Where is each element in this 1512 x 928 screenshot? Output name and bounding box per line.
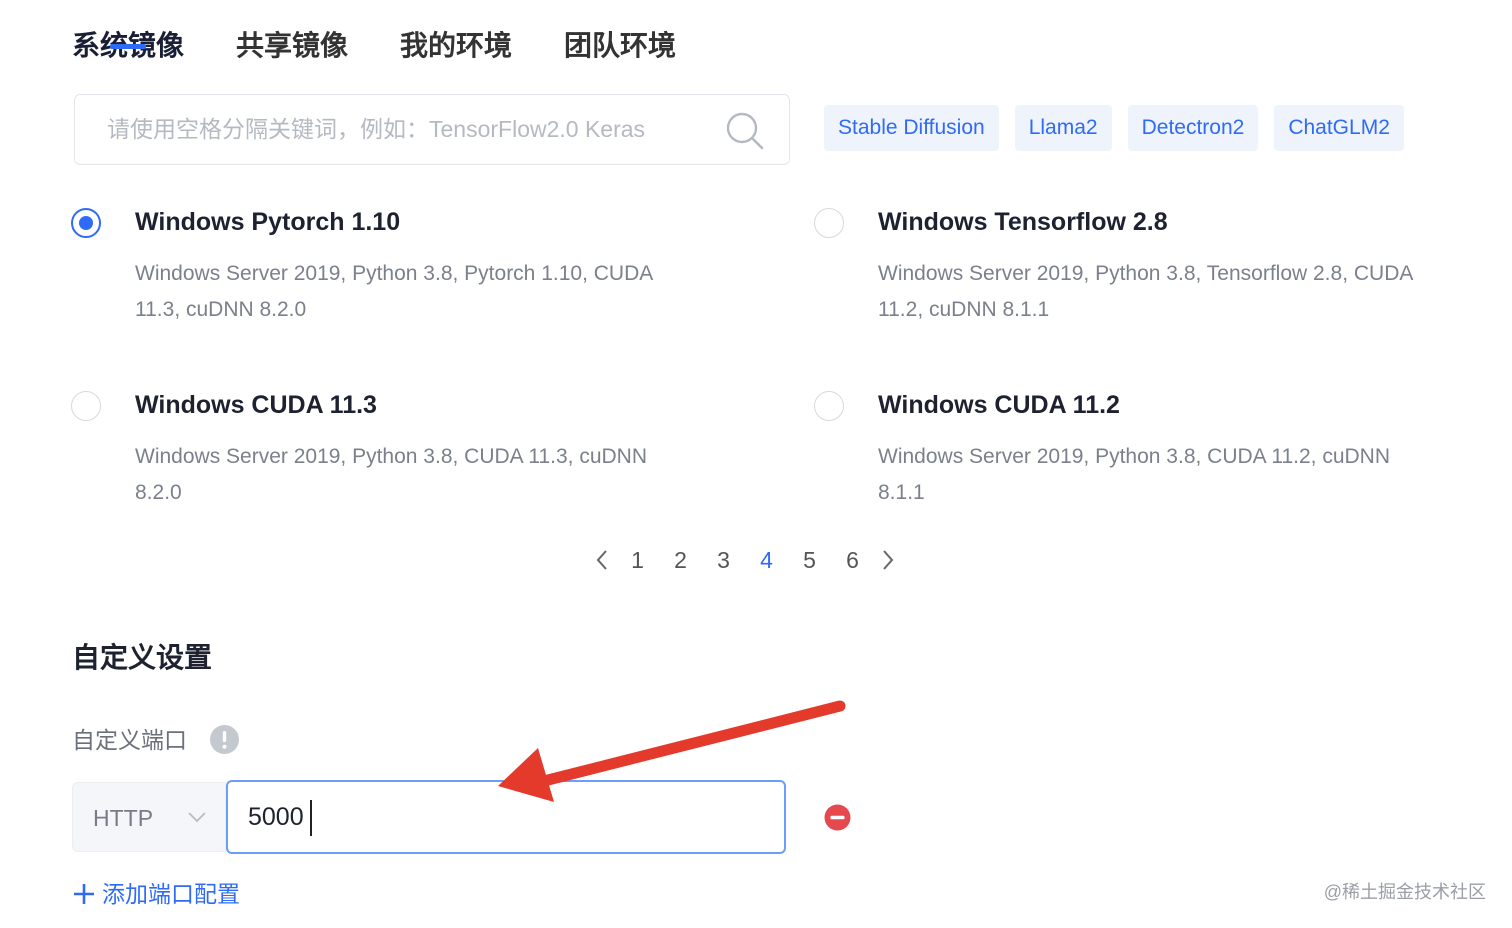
pagination-next-button[interactable] [874,540,902,580]
image-option-title: Windows CUDA 11.2 [878,391,1120,419]
image-radio[interactable] [814,391,844,421]
chevron-down-icon [188,812,206,823]
pagination-prev-button[interactable] [588,540,616,580]
pagination: 1 2 3 4 5 6 [588,540,902,580]
quick-tag-stable-diffusion[interactable]: Stable Diffusion [824,105,999,151]
page-5-button[interactable]: 5 [788,540,831,580]
tab-my-environments[interactable]: 我的环境 [400,26,512,66]
custom-port-field [226,780,786,854]
image-option-title: Windows CUDA 11.3 [135,391,377,419]
custom-port-label: 自定义端口 [72,727,187,753]
page-1-button[interactable]: 1 [616,540,659,580]
image-option-title: Windows Pytorch 1.10 [135,208,401,236]
plus-icon [74,884,94,904]
chevron-left-icon [596,550,607,570]
active-tab-indicator [110,44,146,49]
image-option-description: Windows Server 2019, Python 3.8, CUDA 11… [135,445,648,504]
tab-shared-images[interactable]: 共享镜像 [236,26,348,66]
watermark: @稀土掘金技术社区 [1323,882,1486,902]
page-2-button[interactable]: 2 [659,540,702,580]
image-option-description: Windows Server 2019, Python 3.8, Pytorch… [135,262,653,321]
quick-search-tags: Stable Diffusion Llama2 Detectron2 ChatG… [824,105,1404,151]
image-option-title: Windows Tensorflow 2.8 [878,208,1168,236]
image-search-input[interactable] [75,95,715,164]
image-radio-selected[interactable] [71,208,101,238]
chevron-right-icon [883,550,894,570]
quick-tag-llama2[interactable]: Llama2 [1014,105,1112,151]
image-option-description: Windows Server 2019, Python 3.8, CUDA 11… [878,445,1391,504]
image-tabs: 系统镜像 共享镜像 我的环境 团队环境 [72,26,676,66]
custom-settings-title: 自定义设置 [72,642,213,673]
tab-team-environments[interactable]: 团队环境 [564,26,676,66]
page-6-button[interactable]: 6 [831,540,874,580]
info-icon[interactable] [209,724,240,755]
protocol-selected-value: HTTP [93,805,154,831]
page-3-button[interactable]: 3 [702,540,745,580]
add-port-config-button[interactable]: 添加端口配置 [72,876,240,912]
remove-icon[interactable] [824,804,851,831]
image-search-box [74,94,790,165]
quick-tag-chatglm2[interactable]: ChatGLM2 [1274,105,1404,151]
page-4-button[interactable]: 4 [745,540,788,580]
image-radio[interactable] [71,391,101,421]
image-option-description: Windows Server 2019, Python 3.8, Tensorf… [878,262,1413,321]
text-caret [310,800,312,836]
search-icon[interactable] [725,111,765,151]
protocol-select[interactable]: HTTP [72,782,226,852]
quick-tag-detectron2[interactable]: Detectron2 [1127,105,1259,151]
add-port-config-label: 添加端口配置 [102,881,240,907]
image-radio[interactable] [814,208,844,238]
